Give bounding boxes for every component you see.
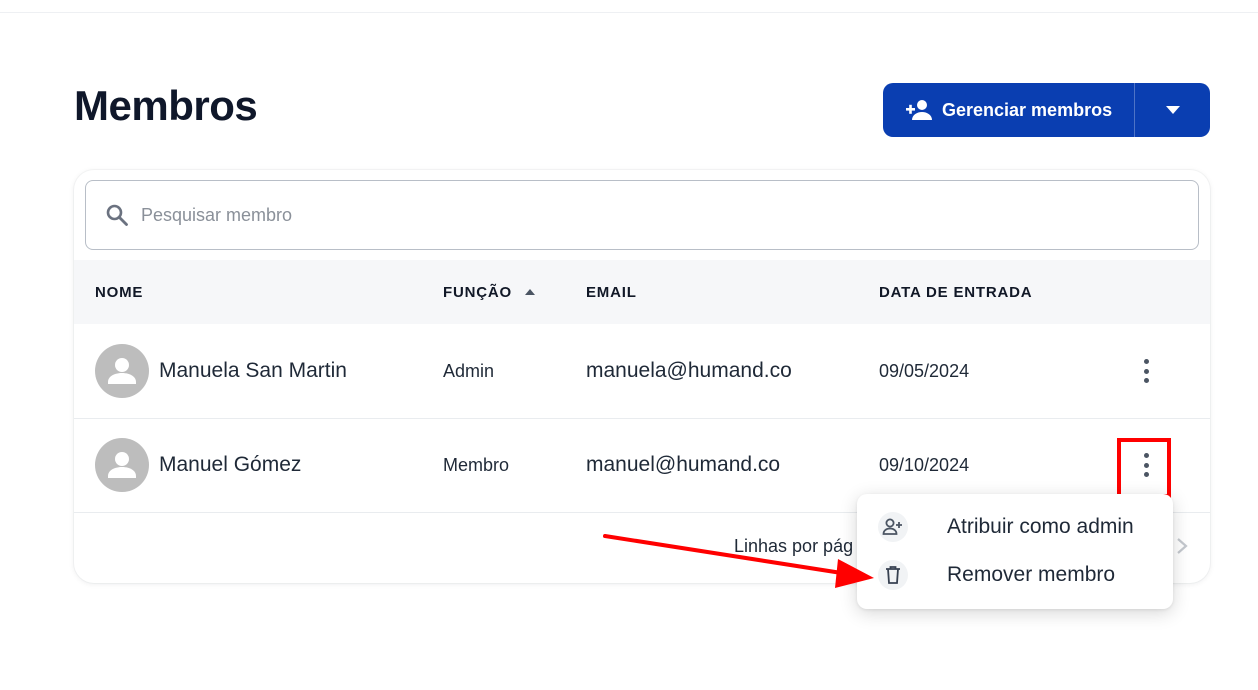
person-icon [108, 452, 136, 478]
member-email: manuel@humand.co [586, 453, 781, 476]
chevron-right-icon[interactable] [1174, 534, 1190, 558]
table-row: Manuela San Martin Admin manuela@humand.… [74, 324, 1210, 419]
column-header-joined[interactable]: DATA DE ENTRADA [879, 260, 1032, 324]
manage-members-label: Gerenciar membros [942, 99, 1113, 120]
member-role: Membro [443, 454, 510, 475]
menu-item-assign-admin[interactable]: Atribuir como admin [857, 503, 1173, 551]
column-header-name[interactable]: NOME [95, 260, 143, 324]
person-add-icon [906, 100, 932, 120]
table-header: NOME FUNÇÃO EMAIL DATA DE ENTRADA [74, 260, 1210, 324]
member-role: Admin [443, 360, 495, 381]
sort-ascending-icon [524, 289, 535, 295]
menu-item-label: Atribuir como admin [947, 515, 1134, 538]
manage-members-dropdown-button[interactable] [1135, 83, 1210, 137]
page-title: Membros [74, 82, 258, 129]
column-header-role-label: FUNÇÃO [443, 283, 512, 301]
member-email: manuela@humand.co [586, 359, 792, 382]
caret-down-icon [1165, 106, 1180, 114]
person-icon [108, 358, 136, 384]
member-name: Manuela San Martin [159, 359, 347, 382]
manage-members-button[interactable]: Gerenciar membros [883, 83, 1134, 137]
top-divider [0, 12, 1258, 13]
menu-item-remove-member[interactable]: Remover membro [857, 551, 1173, 599]
column-header-role[interactable]: FUNÇÃO [443, 260, 536, 324]
person-add-icon [882, 518, 902, 535]
trash-icon [886, 566, 900, 584]
member-joined-date: 09/05/2024 [879, 360, 970, 381]
member-name: Manuel Gómez [159, 453, 302, 476]
menu-item-label: Remover membro [947, 563, 1116, 586]
search-input[interactable] [139, 203, 1043, 227]
rows-per-page-label: Linhas por pág [734, 536, 854, 556]
search-field [85, 180, 1199, 250]
manage-members-split-button: Gerenciar membros [883, 83, 1210, 137]
more-options-icon[interactable] [1136, 359, 1156, 383]
search-icon [106, 204, 128, 226]
avatar [95, 344, 149, 398]
row-actions-menu: Atribuir como admin Remover membro [857, 494, 1173, 609]
annotation-highlight-box [1117, 438, 1171, 498]
column-header-email[interactable]: EMAIL [586, 260, 637, 324]
avatar [95, 438, 149, 492]
